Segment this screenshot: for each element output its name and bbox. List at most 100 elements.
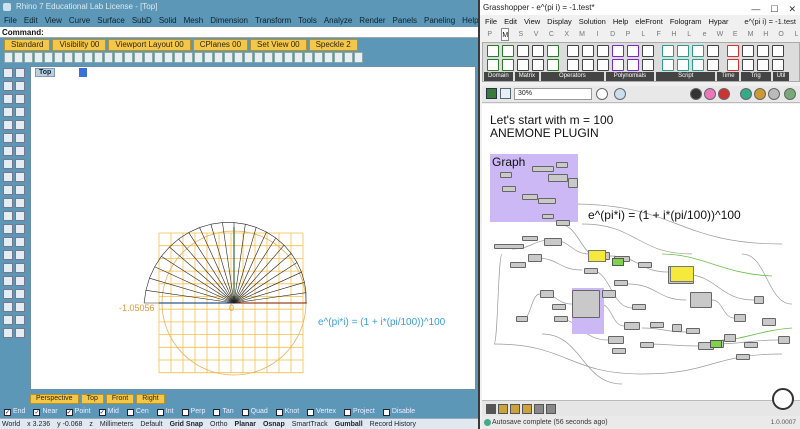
group-trig[interactable]: Trig [740,72,771,81]
component-icon[interactable] [517,59,529,71]
gh-category-tab[interactable]: O [777,28,784,41]
sidebar-tool-icon[interactable] [3,250,13,260]
bottom-tool-icon[interactable] [522,404,532,414]
sidebar-tool-icon[interactable] [15,146,25,156]
bottom-tool-icon[interactable] [486,404,496,414]
sidebar-tool-icon[interactable] [15,107,25,117]
bottom-tool-icon[interactable] [510,404,520,414]
tab-visibility[interactable]: Visibility 00 [52,39,107,51]
component-icon[interactable] [487,59,499,71]
gh-component[interactable] [584,268,598,274]
status-units[interactable]: Millimeters [100,419,133,429]
toolbar-tool-icon[interactable] [4,52,13,63]
gh-toggle[interactable] [710,340,722,348]
gh-component[interactable] [778,336,790,344]
group-domain[interactable]: Domain [484,72,513,81]
sidebar-tool-icon[interactable] [3,198,13,208]
component-icon[interactable] [642,59,654,71]
component-icon[interactable] [532,59,544,71]
status-osnap[interactable]: Osnap [263,419,285,429]
status-cplane[interactable]: World [2,419,20,429]
gh-component[interactable] [502,186,516,192]
component-icon[interactable] [677,45,689,57]
rhino-menu-help[interactable]: Help [462,14,478,27]
status-ortho[interactable]: Ortho [210,419,228,429]
sidebar-tool-icon[interactable] [15,198,25,208]
sidebar-tool-icon[interactable] [3,328,13,338]
status-layer[interactable]: Default [140,419,162,429]
rhino-menu-tools[interactable]: Tools [298,14,317,27]
osnap-tan[interactable]: Tan [213,406,234,418]
save-icon[interactable] [486,88,497,99]
tab-front[interactable]: Front [105,394,135,404]
gh-category-tab[interactable]: M [501,28,510,41]
toolbar-tool-icon[interactable] [44,52,53,63]
osnap-checkbox[interactable] [344,408,352,416]
sidebar-tool-icon[interactable] [3,237,13,247]
component-icon[interactable] [487,45,499,57]
gh-component[interactable] [542,214,554,219]
tab-cplanes[interactable]: CPlanes 00 [192,39,249,51]
osnap-checkbox[interactable]: ✓ [4,408,11,416]
gh-category-tab[interactable]: L [640,28,647,41]
toolbar-tool-icon[interactable] [24,52,33,63]
toolbar-tool-icon[interactable] [224,52,233,63]
toolbar-tool-icon[interactable] [54,52,63,63]
gh-component[interactable] [744,342,758,348]
component-icon[interactable] [642,45,654,57]
sidebar-tool-icon[interactable] [15,315,25,325]
tab-set-view[interactable]: Set View 00 [250,39,307,51]
gh-component[interactable] [552,304,566,310]
canvas-navigation-icon[interactable] [772,388,794,410]
sidebar-tool-icon[interactable] [3,159,13,169]
toolbar-tool-icon[interactable] [324,52,333,63]
sidebar-tool-icon[interactable] [15,328,25,338]
gh-canvas[interactable]: Let's start with m = 100 ANEMONE PLUGIN … [482,104,800,400]
gh-menu-elefront[interactable]: eleFront [635,15,663,28]
gh-menu-hypar[interactable]: Hypar [709,15,729,28]
component-icon[interactable] [627,59,639,71]
toolbar-tool-icon[interactable] [354,52,363,63]
rhino-menu-surface[interactable]: Surface [97,14,125,27]
toolbar-tool-icon[interactable] [94,52,103,63]
rhino-menu-edit[interactable]: Edit [24,14,38,27]
toolbar-tool-icon[interactable] [284,52,293,63]
gh-component[interactable] [556,220,570,226]
sidebar-tool-icon[interactable] [15,120,25,130]
gh-component[interactable] [608,336,624,344]
toolbar-tool-icon[interactable] [134,52,143,63]
gh-component[interactable] [522,236,538,241]
gh-category-tab[interactable]: P [486,28,493,41]
component-icon[interactable] [582,45,594,57]
osnap-near[interactable]: ✓ Near [33,406,58,418]
component-icon[interactable] [612,45,624,57]
toolbar-tool-icon[interactable] [294,52,303,63]
gh-component[interactable] [510,262,526,268]
gh-component[interactable] [494,244,524,249]
sidebar-tool-icon[interactable] [15,302,25,312]
gh-category-tab[interactable]: M [578,28,585,41]
sidebar-tool-icon[interactable] [15,237,25,247]
rhino-menu-solid[interactable]: Solid [159,14,177,27]
osnap-point[interactable]: ✓ Point [65,406,91,418]
component-icon[interactable] [742,59,754,71]
gh-category-tab[interactable]: H [670,28,677,41]
group-util[interactable]: Util [772,72,790,81]
toolbar-tool-icon[interactable] [244,52,253,63]
toolbar-tool-icon[interactable] [204,52,213,63]
sidebar-tool-icon[interactable] [15,81,25,91]
toolbar-tool-icon[interactable] [344,52,353,63]
component-icon[interactable] [727,45,739,57]
component-icon[interactable] [662,59,674,71]
gh-component[interactable] [640,342,654,348]
tab-speckle[interactable]: Speckle 2 [308,39,358,51]
osnap-project[interactable]: Project [344,406,375,418]
sidebar-tool-icon[interactable] [15,159,25,169]
osnap-cen[interactable]: Cen [126,406,149,418]
rhino-menu-transform[interactable]: Transform [255,14,291,27]
osnap-checkbox[interactable] [156,408,164,416]
gh-component[interactable] [522,194,538,200]
osnap-checkbox[interactable]: ✓ [33,408,41,416]
gh-component[interactable] [516,316,528,322]
tab-standard[interactable]: Standard [4,39,51,51]
